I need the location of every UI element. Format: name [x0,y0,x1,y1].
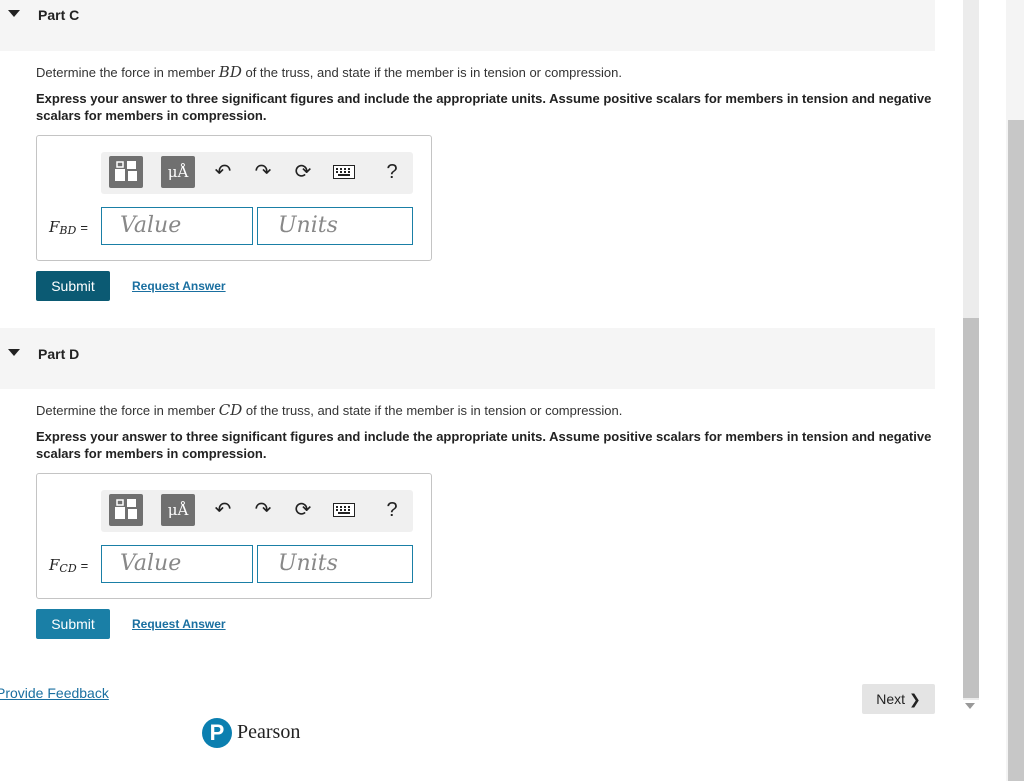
inner-scrollbar-thumb[interactable] [963,318,979,698]
reset-icon[interactable]: ⟳ [289,496,317,524]
pearson-wordmark: Pearson [237,721,301,743]
collapse-triangle-icon[interactable] [8,10,20,17]
outer-scrollbar-thumb[interactable] [1008,120,1024,781]
part-c-submit-button[interactable]: Submit [36,271,110,301]
equals-sign: = [80,558,89,573]
units-input[interactable]: Units [257,207,413,245]
question-text: Determine the force in member [36,65,219,80]
undo-icon[interactable]: ↶ [209,158,237,186]
collapse-triangle-icon[interactable] [8,349,20,356]
part-d-request-answer-link[interactable]: Request Answer [132,617,226,631]
math-toolbar: μÅ ↶ ↷ ⟳ ? [101,152,413,194]
pearson-logo-icon: P [202,718,232,748]
reset-icon[interactable]: ⟳ [289,158,317,186]
templates-button[interactable] [109,494,143,526]
force-label: FCD = [49,556,89,575]
force-subscript: BD [59,224,77,237]
member-variable: BD [218,63,242,81]
force-label: FBD = [49,218,88,237]
part-c-header[interactable]: Part C [0,0,935,51]
help-button[interactable]: ? [378,496,406,524]
templates-icon [115,499,137,519]
question-text: Determine the force in member [36,403,219,418]
math-toolbar: μÅ ↶ ↷ ⟳ ? [101,490,413,532]
member-variable: CD [218,401,243,419]
part-c-title: Part C [38,7,80,23]
help-button[interactable]: ? [378,158,406,186]
templates-icon [115,161,137,181]
chevron-right-icon: ❯ [908,691,921,707]
part-d-instruction: Express your answer to three significant… [36,429,932,461]
part-c-instruction: Express your answer to three significant… [36,91,932,123]
part-d-answer-box: μÅ ↶ ↷ ⟳ ? FCD = Value Units [36,473,432,599]
value-input[interactable]: Value [101,207,253,245]
keyboard-icon[interactable] [330,496,358,524]
units-button[interactable]: μÅ [161,494,195,526]
part-d-submit-button[interactable]: Submit [36,609,110,639]
provide-feedback-link[interactable]: Provide Feedback [0,685,109,701]
undo-icon[interactable]: ↶ [209,496,237,524]
part-d-header[interactable]: Part D [0,328,935,389]
units-button[interactable]: μÅ [161,156,195,188]
next-label: Next [876,691,906,707]
part-d-title: Part D [38,346,80,362]
part-c-answer-box: μÅ ↶ ↷ ⟳ ? FBD = Value Units [36,135,432,261]
part-d-question: Determine the force in member CD of the … [36,401,622,419]
units-input[interactable]: Units [257,545,413,583]
equals-sign: = [80,220,88,235]
part-c-request-answer-link[interactable]: Request Answer [132,279,226,293]
next-button[interactable]: Next ❯ [862,684,935,714]
keyboard-icon[interactable] [330,158,358,186]
force-subscript: CD [59,562,77,575]
question-text-end: of the truss, and state if the member is… [242,403,623,418]
templates-button[interactable] [109,156,143,188]
redo-icon[interactable]: ↷ [249,158,277,186]
force-symbol: F [49,556,60,574]
redo-icon[interactable]: ↷ [249,496,277,524]
value-input[interactable]: Value [101,545,253,583]
question-text-end: of the truss, and state if the member is… [241,65,622,80]
force-symbol: F [49,218,60,236]
scroll-down-arrow-icon[interactable] [965,703,975,709]
part-c-question: Determine the force in member BD of the … [36,63,622,81]
